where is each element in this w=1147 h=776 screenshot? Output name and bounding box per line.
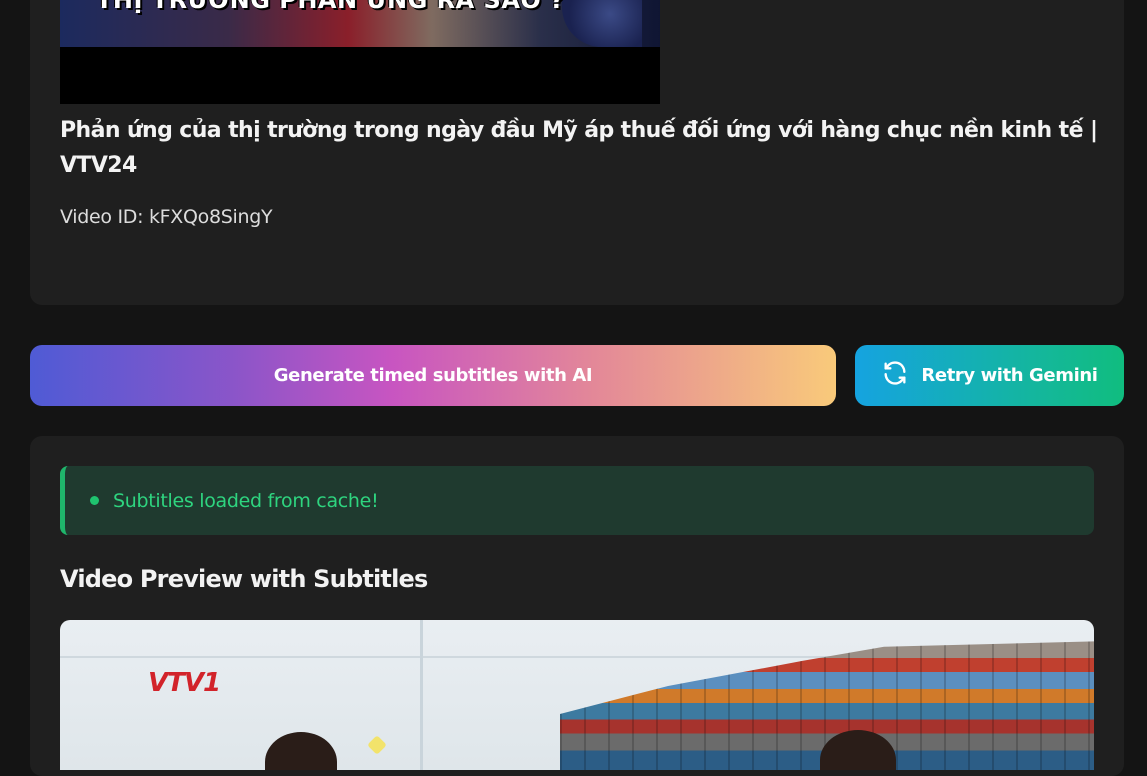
cache-status-message: Subtitles loaded from cache! <box>113 489 379 512</box>
video-thumbnail[interactable]: THỊ TRƯỜNG PHẢN ỨNG RA SAO ? <box>60 0 660 104</box>
video-id: Video ID: kFXQo8SingY <box>60 206 273 228</box>
retry-gemini-button[interactable]: Retry with Gemini <box>855 345 1124 406</box>
preview-section-title: Video Preview with Subtitles <box>60 565 428 593</box>
retry-gemini-label: Retry with Gemini <box>921 365 1098 386</box>
cache-status-alert: Subtitles loaded from cache! <box>60 466 1094 535</box>
status-dot-icon <box>90 496 99 505</box>
generate-subtitles-label: Generate timed subtitles with AI <box>273 365 593 386</box>
video-title: Phản ứng của thị trường trong ngày đầu M… <box>60 118 1098 178</box>
channel-logo: VTV1 <box>148 668 221 698</box>
refresh-icon <box>881 359 909 392</box>
generate-subtitles-button[interactable]: Generate timed subtitles with AI <box>30 345 836 406</box>
video-preview-player[interactable]: VTV1 <box>60 620 1094 770</box>
thumbnail-caption: THỊ TRƯỜNG PHẢN ỨNG RA SAO ? <box>96 0 565 14</box>
